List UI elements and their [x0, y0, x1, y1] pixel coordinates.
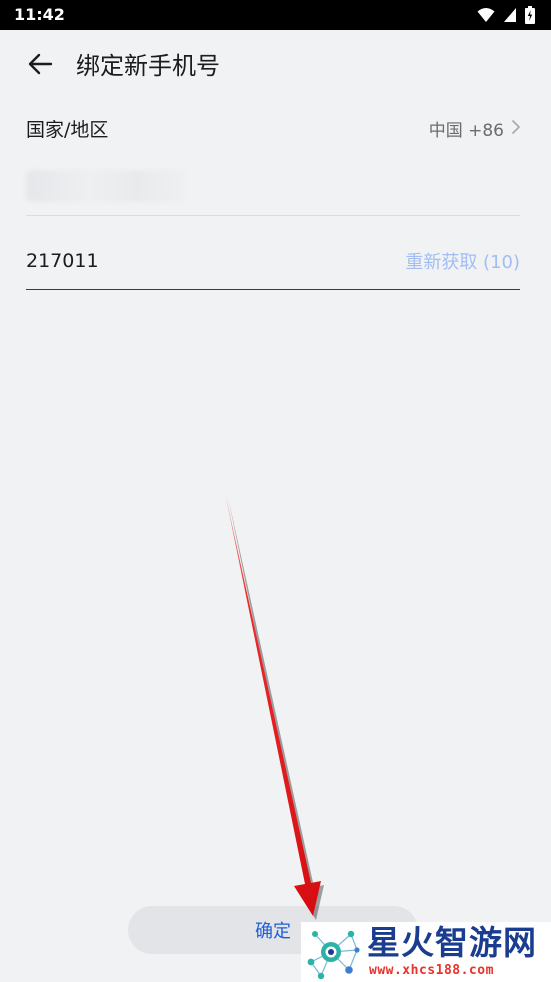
phone-number-blurred-value — [26, 170, 186, 202]
battery-charging-icon — [525, 6, 535, 24]
region-label: 国家/地区 — [26, 118, 109, 141]
region-value: 中国 +86 — [428, 120, 504, 141]
chevron-right-icon — [512, 119, 520, 138]
screen: 11:42 绑定新手机号 国家/地区 中国 +86 217011 重新获取 (1… — [0, 0, 551, 982]
region-selector[interactable]: 国家/地区 中国 +86 — [26, 110, 520, 146]
page-title: 绑定新手机号 — [76, 52, 220, 80]
annotation-arrow — [225, 493, 324, 920]
code-field-underline — [26, 289, 520, 290]
watermark-title: 星火智游网 — [367, 923, 537, 962]
resend-code-button[interactable]: 重新获取 (10) — [405, 248, 520, 274]
region-value-group: 中国 +86 — [429, 116, 520, 141]
status-icons — [477, 6, 535, 24]
watermark: 星火智游网 www.xhcs188.com — [301, 922, 551, 982]
status-time: 11:42 — [14, 5, 65, 24]
wifi-icon — [477, 7, 495, 23]
watermark-url: www.xhcs188.com — [369, 963, 494, 978]
verification-code-row: 重新获取 (10) — [26, 240, 520, 282]
arrow-left-icon — [27, 53, 53, 79]
arrow-shadow — [228, 497, 324, 920]
status-bar: 11:42 — [0, 0, 551, 30]
phone-number-field[interactable] — [26, 166, 520, 208]
back-button[interactable] — [24, 50, 56, 82]
app-header: 绑定新手机号 — [0, 30, 551, 100]
arrow-body — [225, 493, 321, 916]
cellular-signal-icon — [503, 7, 517, 23]
network-logo-icon — [307, 930, 360, 980]
verification-code-input[interactable] — [26, 250, 276, 272]
phone-field-divider — [26, 215, 520, 216]
